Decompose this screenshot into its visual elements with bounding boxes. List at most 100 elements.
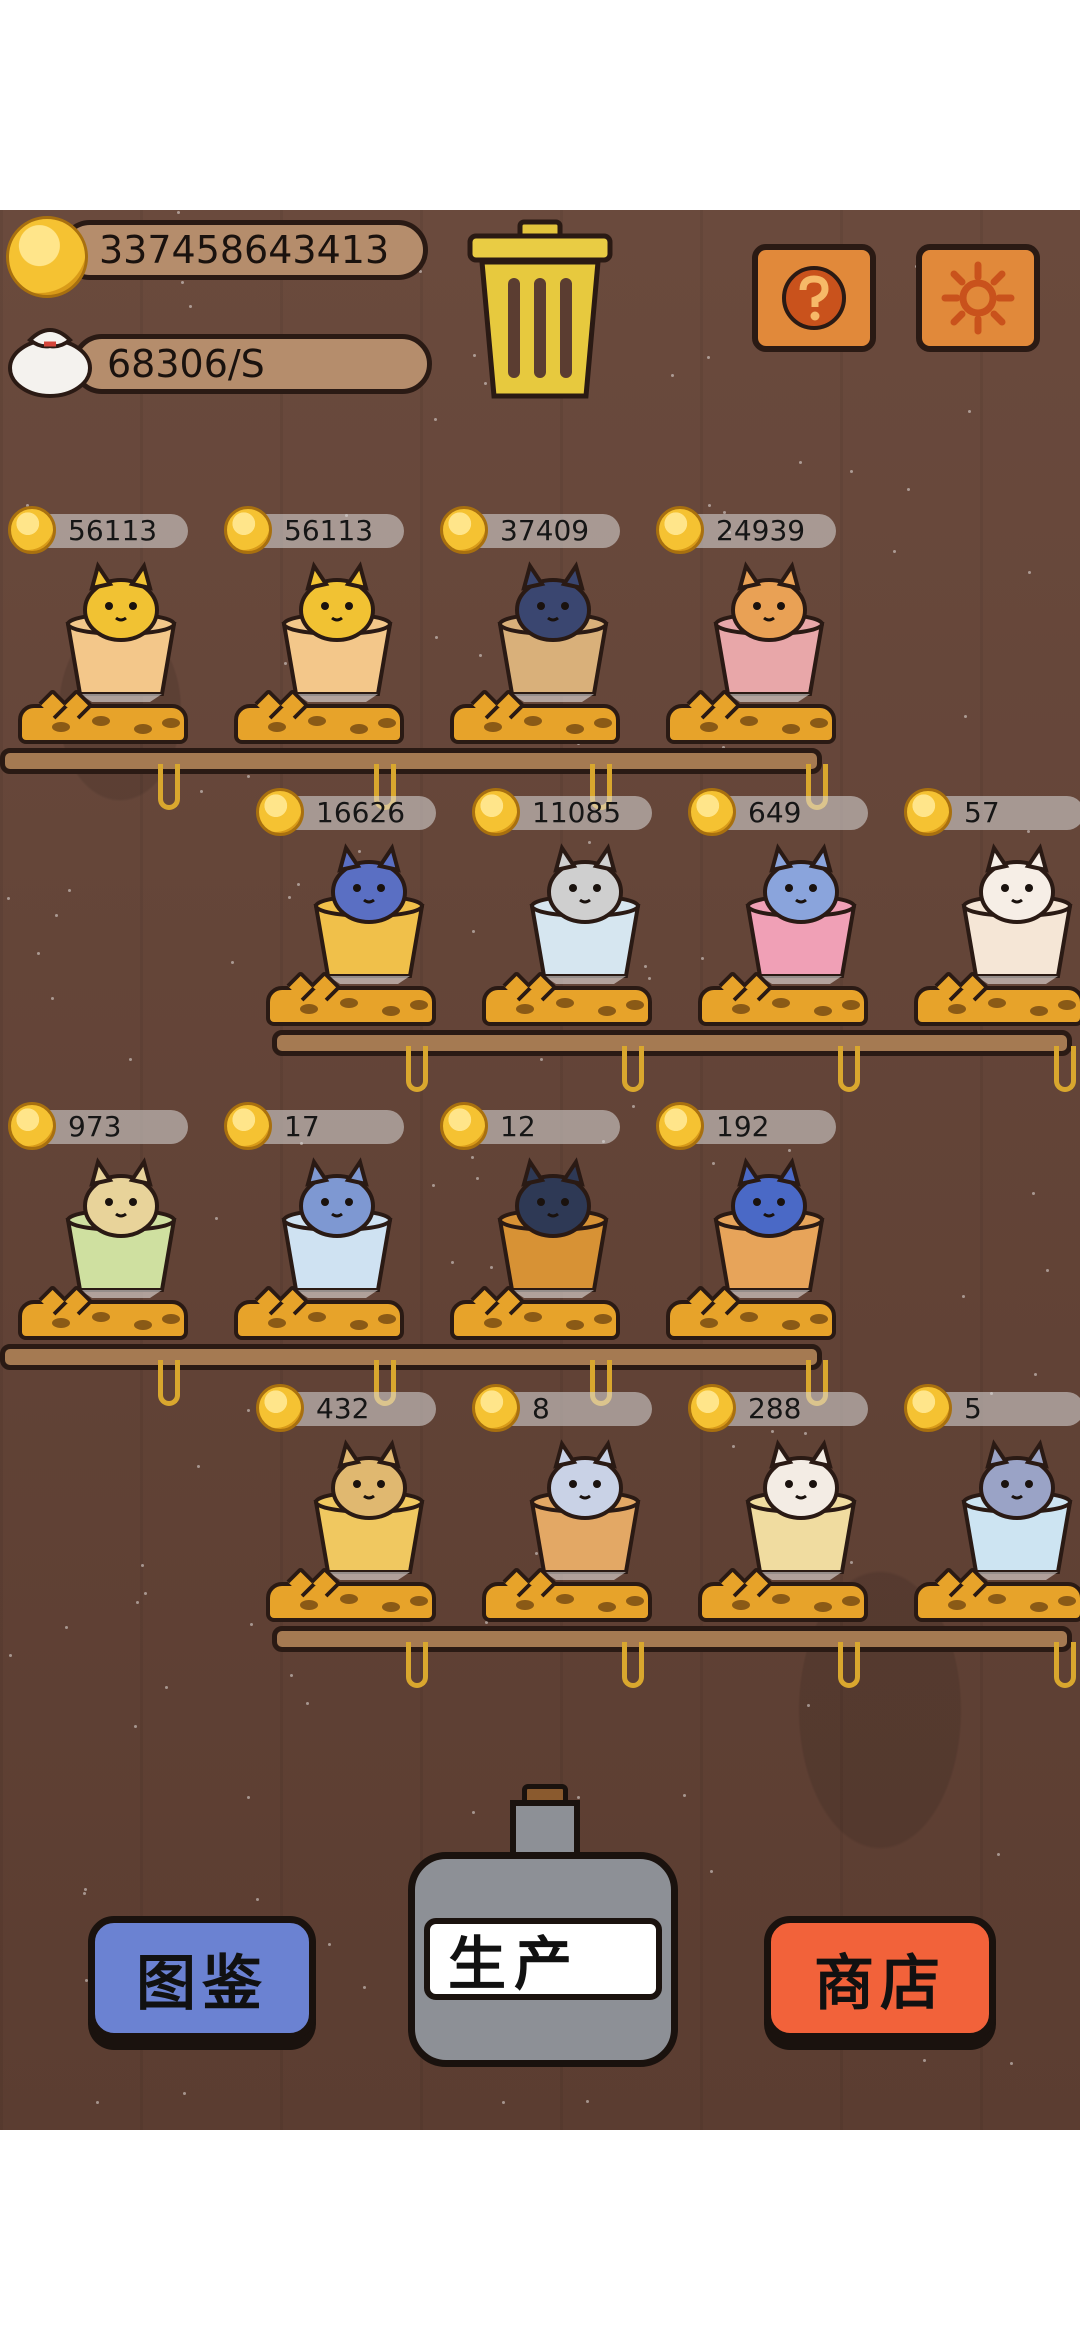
cat-slot[interactable]: 8 [472,1384,682,1622]
cat-slot[interactable]: 24939 [656,506,866,744]
cat-pedestal [450,704,620,744]
coin-icon [256,788,304,836]
game-background: 337458643413 68306/S 56113 56113 37409 2… [0,210,1080,2130]
cat-slot[interactable]: 56113 [8,506,218,744]
pedestal-spot [782,1320,800,1330]
pedestal-spot [268,722,286,732]
earnings-badge: 973 [8,1102,188,1150]
background-speck [165,1686,168,1689]
background-speck [923,2059,926,2062]
background-speck [144,1592,147,1595]
coin-icon [440,1102,488,1150]
pedestal-spot [626,1596,644,1606]
background-speck [893,550,896,553]
background-speck [540,1058,543,1061]
trash-can-icon[interactable] [462,218,618,404]
cat-slot[interactable]: 432 [256,1384,466,1622]
cat-slot[interactable]: 192 [656,1102,866,1340]
earnings-value: 973 [68,1110,122,1143]
background-speck [37,952,40,955]
cat-slot[interactable]: 56113 [224,506,434,744]
earnings-badge: 16626 [256,788,436,836]
shelf-hook [622,1046,644,1092]
pedestal-spot [268,1318,286,1328]
background-speck [968,410,971,413]
earnings-value: 11085 [532,796,622,829]
earnings-badge: 11085 [472,788,652,836]
pedestal-spot [814,1006,832,1016]
background-speck [129,1058,132,1061]
cat-pedestal [914,986,1080,1026]
cat-slot[interactable]: 11085 [472,788,682,1026]
cat-slot[interactable]: 17 [224,1102,434,1340]
background-speck [141,1564,144,1567]
pedestal-spot [594,1314,612,1324]
pedestal-spot [948,1600,966,1610]
background-speck [472,1811,475,1814]
background-speck [247,1796,250,1799]
cat-slot[interactable]: 57 [904,788,1080,1026]
money-bag-icon [8,328,92,398]
settings-button[interactable] [916,244,1040,352]
pedestal-spot [52,1318,70,1328]
cat-pedestal [234,1300,404,1340]
shelf-hook [1054,1046,1076,1092]
cat-pedestal [482,1582,652,1622]
yellow-cat-red-vest-icon [281,561,393,702]
coin-icon [8,1102,56,1150]
pedestal-spot [810,718,828,728]
background-speck [707,356,710,359]
coin-icon [224,1102,272,1150]
cat-slot[interactable]: 5 [904,1384,1080,1622]
shelf-hook [838,1642,860,1688]
blue-cat-parfait-icon [745,843,857,984]
blue-cat-ice-glass-icon [281,1157,393,1298]
pedestal-spot [134,724,152,734]
cat-pedestal [666,704,836,744]
shelf-plank [0,748,822,774]
pedestal-spot [1030,1602,1048,1612]
bottle-neck [510,1800,580,1860]
help-button[interactable] [752,244,876,352]
background-speck [96,2101,99,2104]
background-speck [586,2100,589,2103]
pedestal-spot [566,1320,584,1330]
blue-cat-red-hood-mug-icon [713,1157,825,1298]
cat-slot[interactable]: 288 [688,1384,898,1622]
coin-icon [688,1384,736,1432]
background-speck [247,1409,250,1412]
cat-slot[interactable]: 12 [440,1102,650,1340]
background-speck [997,1853,1000,1856]
coin-icon [904,1384,952,1432]
cat-slot[interactable]: 973 [8,1102,218,1340]
background-speck [1010,2062,1013,2065]
pedestal-spot [378,718,396,728]
cat-pedestal [698,1582,868,1622]
pedestal-spot [378,1314,396,1324]
cat-slot[interactable]: 16626 [256,788,466,1026]
earnings-badge: 17 [224,1102,404,1150]
collection-button[interactable]: 图鉴 [88,1916,316,2040]
earnings-badge: 5 [904,1384,1080,1432]
pedestal-spot [516,1600,534,1610]
background-speck [328,1943,331,1946]
pedestal-spot [842,1596,860,1606]
pedestal-spot [308,716,326,726]
coin-icon [224,506,272,554]
cat-pedestal [266,1582,436,1622]
background-speck [710,1870,713,1873]
shop-button[interactable]: 商店 [764,1916,996,2040]
background-speck [55,914,58,917]
pedestal-spot [484,722,502,732]
cat-slot[interactable]: 649 [688,788,898,1026]
background-speck [683,1794,686,1797]
income-rate: 68306/S [107,342,265,386]
earnings-badge: 24939 [656,506,836,554]
shelf-plank [0,1344,822,1370]
cat-slot[interactable]: 37409 [440,506,650,744]
pedestal-spot [350,1320,368,1330]
collection-label: 图鉴 [136,1948,268,2019]
pedestal-spot [382,1602,400,1612]
shop-label: 商店 [814,1948,946,2019]
earnings-value: 288 [748,1392,802,1425]
